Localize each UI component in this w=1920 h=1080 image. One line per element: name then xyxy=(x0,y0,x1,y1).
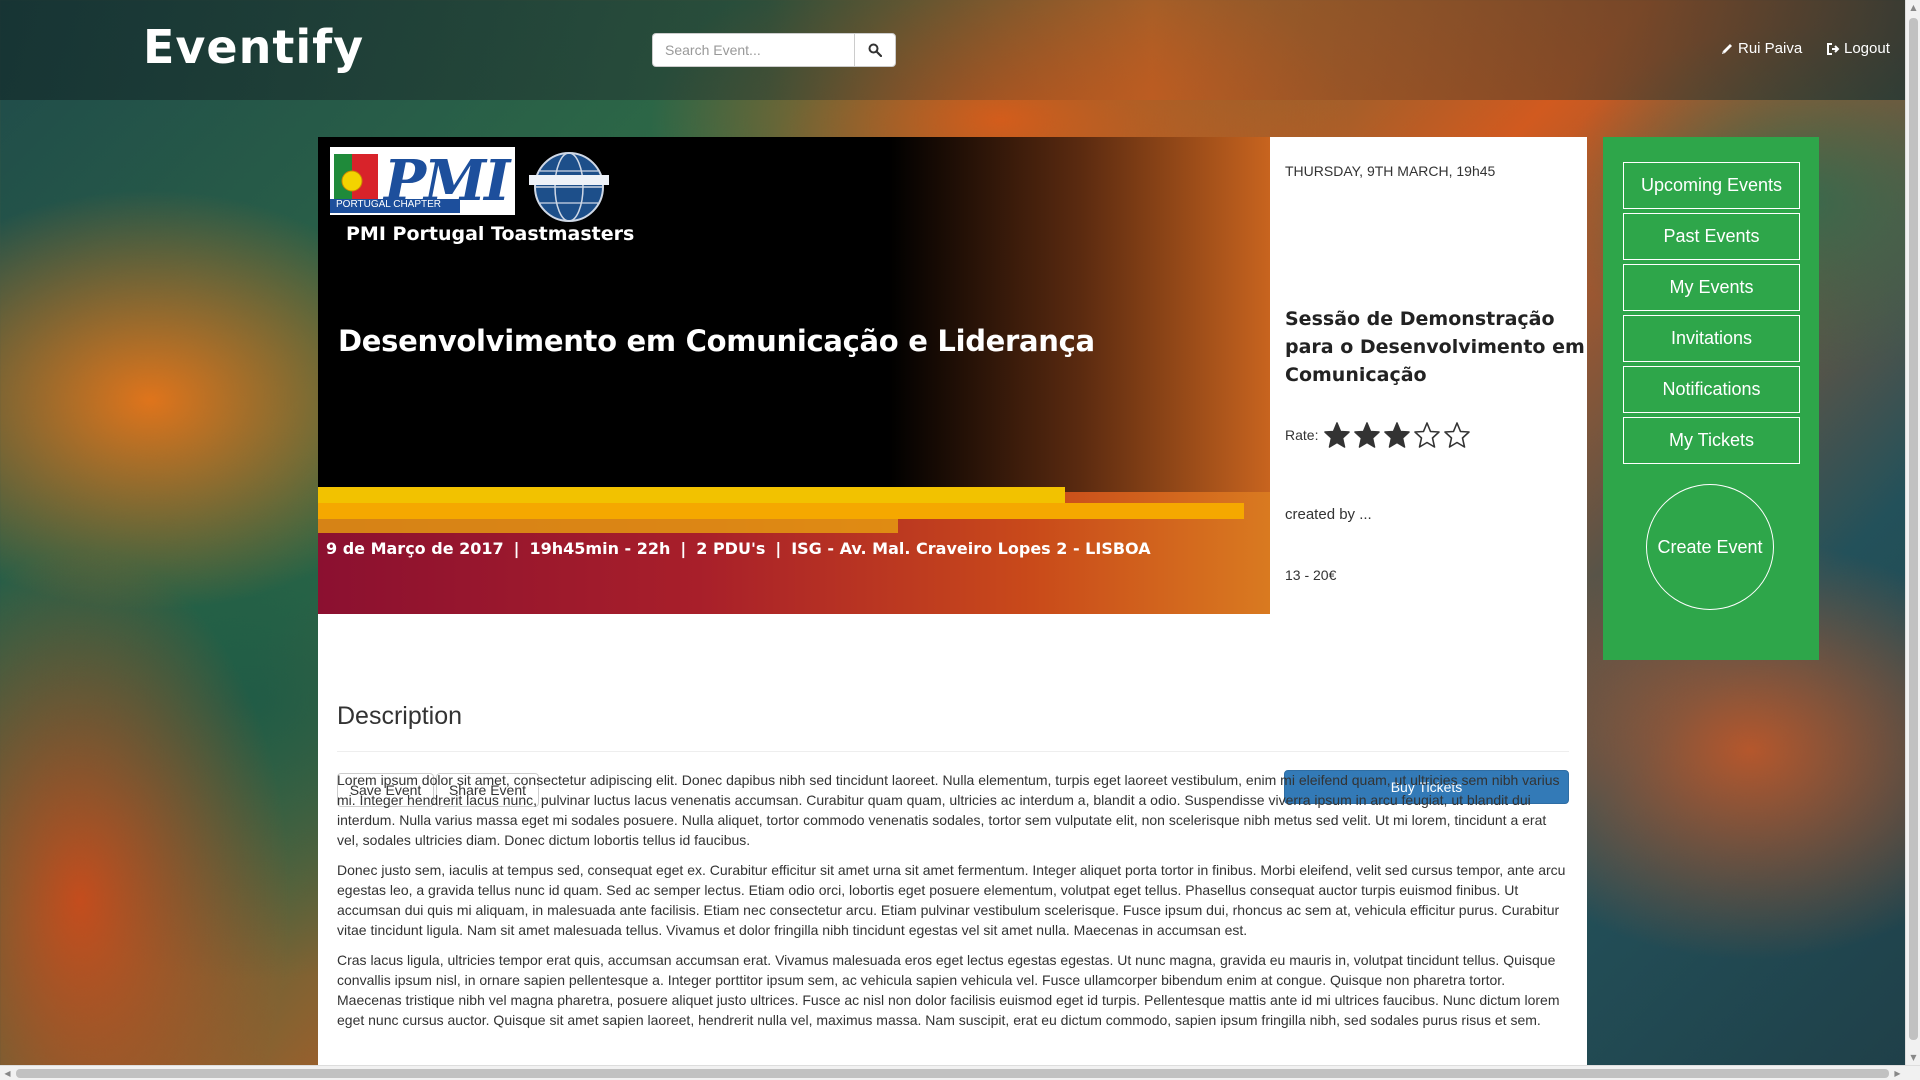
create-event-button[interactable]: Create Event xyxy=(1646,484,1774,610)
scroll-left-arrow-icon[interactable]: ◀ xyxy=(0,1066,15,1080)
logout-link[interactable]: Logout xyxy=(1826,40,1890,57)
banner-title: Desenvolvimento em Comunicação e Lideran… xyxy=(338,324,1095,358)
description-paragraph: Donec justo sem, iaculis at tempus sed, … xyxy=(337,862,1566,938)
search-form xyxy=(652,33,896,67)
vertical-scroll-thumb[interactable] xyxy=(1909,18,1918,1040)
search-button[interactable] xyxy=(854,33,896,67)
vertical-scrollbar[interactable]: ▲ ▼ xyxy=(1905,0,1920,1065)
sidebar-item-upcoming-events[interactable]: Upcoming Events xyxy=(1623,162,1800,209)
banner-info-pdus: 2 PDU's xyxy=(696,539,766,558)
top-navbar: Eventify Rui Paiva Logout xyxy=(0,0,1920,100)
scroll-up-arrow-icon[interactable]: ▲ xyxy=(1906,0,1920,15)
horizontal-scrollbar[interactable]: ◀ ▶ xyxy=(0,1065,1920,1080)
event-card: PMI PORTUGAL CHAPTER PMI Portugal Toastm… xyxy=(318,137,1587,1080)
sidebar-item-invitations[interactable]: Invitations xyxy=(1623,315,1800,362)
description-heading: Description xyxy=(337,702,463,730)
created-by: created by ... xyxy=(1285,506,1372,523)
banner-stripe xyxy=(318,519,898,533)
star-empty-icon[interactable] xyxy=(1414,422,1441,448)
brand-logo[interactable]: Eventify xyxy=(143,20,364,74)
pencil-icon xyxy=(1722,43,1732,54)
banner-separator: | xyxy=(775,539,782,558)
banner-subtitle: PMI Portugal Toastmasters xyxy=(346,223,635,245)
search-input[interactable] xyxy=(652,33,854,67)
description-divider xyxy=(337,751,1569,752)
description-paragraph: Cras lacus ligula, ultricies tempor erat… xyxy=(337,952,1560,1028)
toastmasters-globe-icon xyxy=(529,152,609,222)
banner-separator: | xyxy=(680,539,687,558)
pmi-chapter-label: PORTUGAL CHAPTER xyxy=(330,199,460,213)
star-empty-icon[interactable] xyxy=(1444,422,1471,448)
sidebar-item-past-events[interactable]: Past Events xyxy=(1623,213,1800,260)
event-details: THURSDAY, 9TH MARCH, 19h45 Sessão de Dem… xyxy=(1285,137,1587,614)
user-name: Rui Paiva xyxy=(1738,40,1803,57)
description-body: Lorem ipsum dolor sit amet, consectetur … xyxy=(337,770,1569,1040)
banner-info-time: 19h45min - 22h xyxy=(529,539,671,558)
sidebar-item-my-tickets[interactable]: My Tickets xyxy=(1623,417,1800,464)
rating-row: Rate: xyxy=(1285,422,1471,448)
description-paragraph: Lorem ipsum dolor sit amet, consectetur … xyxy=(337,772,1560,848)
event-banner-image: PMI PORTUGAL CHAPTER PMI Portugal Toastm… xyxy=(318,137,1270,614)
event-date: THURSDAY, 9TH MARCH, 19h45 xyxy=(1285,163,1496,179)
scroll-down-arrow-icon[interactable]: ▼ xyxy=(1906,1050,1920,1065)
user-profile-link[interactable]: Rui Paiva xyxy=(1720,40,1802,57)
star-filled-icon[interactable] xyxy=(1354,422,1381,448)
right-sidebar: Upcoming Events Past Events My Events In… xyxy=(1603,137,1819,660)
search-icon xyxy=(868,43,882,57)
sidebar-item-notifications[interactable]: Notifications xyxy=(1623,366,1800,413)
logout-icon xyxy=(1827,42,1840,55)
banner-stripe xyxy=(318,503,1244,519)
star-filled-icon[interactable] xyxy=(1384,422,1411,448)
event-title: Sessão de Demonstração para o Desenvolvi… xyxy=(1285,308,1585,386)
scroll-right-arrow-icon[interactable]: ▶ xyxy=(1890,1066,1905,1080)
horizontal-scroll-thumb[interactable] xyxy=(16,1069,1889,1078)
banner-stripe xyxy=(318,487,1065,503)
rating-stars[interactable] xyxy=(1324,422,1471,448)
logout-label: Logout xyxy=(1844,40,1890,57)
star-filled-icon[interactable] xyxy=(1324,422,1351,448)
banner-separator: | xyxy=(513,539,520,558)
rate-label: Rate: xyxy=(1285,427,1319,443)
sidebar-item-my-events[interactable]: My Events xyxy=(1623,264,1800,311)
banner-info-location: ISG - Av. Mal. Craveiro Lopes 2 - LISBOA xyxy=(791,539,1151,558)
banner-info-date: 9 de Março de 2017 xyxy=(326,539,504,558)
banner-info-row: 9 de Março de 2017 | 19h45min - 22h | 2 … xyxy=(326,539,1151,558)
event-price: 13 - 20€ xyxy=(1285,567,1337,583)
